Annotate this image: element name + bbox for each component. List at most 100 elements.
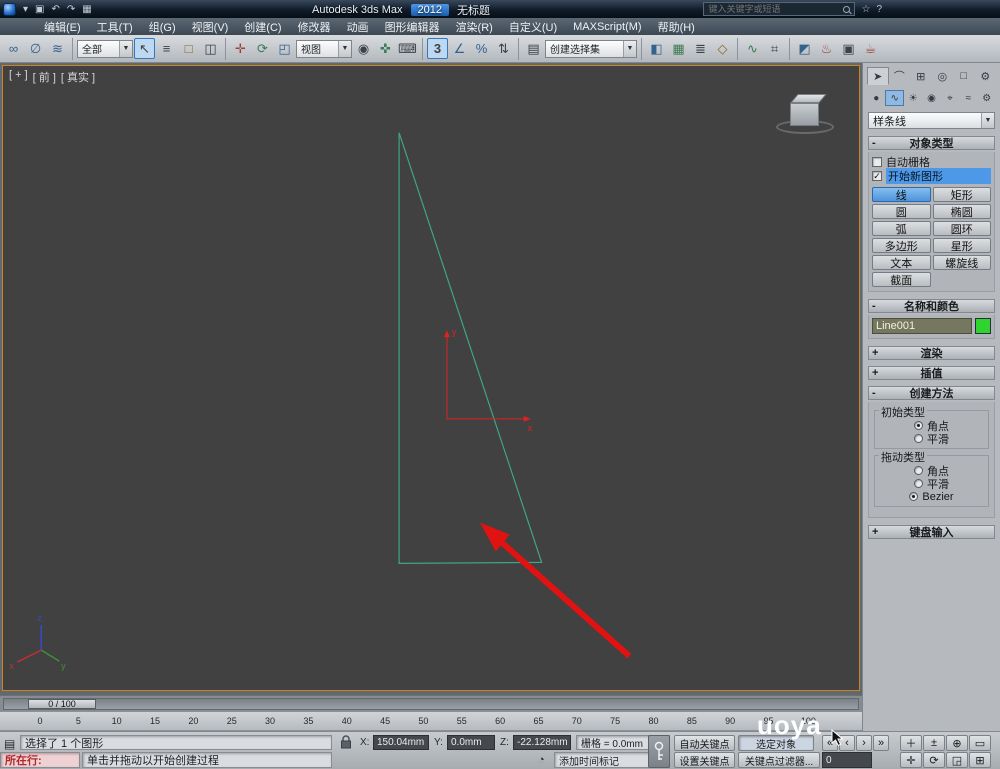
tab-display[interactable]: □ xyxy=(953,67,975,85)
bind-to-spacewarp-icon[interactable]: ≋ xyxy=(47,38,68,59)
current-frame-field[interactable]: 0 xyxy=(822,752,872,768)
keyboard-override-icon[interactable]: ⌨ xyxy=(397,38,418,59)
rollout-rendering[interactable]: + 渲染 xyxy=(868,346,995,360)
category-lights-icon[interactable]: ☀ xyxy=(904,90,922,106)
chevron-down-icon[interactable]: ▼ xyxy=(338,40,351,57)
chevron-down-icon[interactable]: ▼ xyxy=(623,40,636,57)
maxscript-listener-icon[interactable]: ▤ xyxy=(4,737,15,751)
category-shapes-icon[interactable]: ∿ xyxy=(885,90,904,106)
viewport-menu-view[interactable]: [ 前 ] xyxy=(33,69,56,85)
chevron-down-icon[interactable]: ▼ xyxy=(119,40,132,57)
redo-icon[interactable]: ↷ xyxy=(65,4,77,15)
tab-utilities[interactable]: ⚙ xyxy=(975,67,997,85)
shape-button-section[interactable]: 截面 xyxy=(872,272,931,287)
reference-coordinate-dropdown[interactable]: 视图 ▼ xyxy=(296,39,352,58)
search-input[interactable] xyxy=(708,4,840,14)
rectangular-selection-icon[interactable]: □ xyxy=(178,38,199,59)
quick-render-icon[interactable]: ☕ xyxy=(860,38,881,59)
selection-lock-icon[interactable] xyxy=(340,735,352,749)
key-filters-button[interactable]: 关键点过滤器... xyxy=(738,752,820,768)
selection-filter-dropdown[interactable]: 全部 ▼ xyxy=(77,39,133,58)
time-slider-track[interactable]: 0 / 100 xyxy=(3,697,859,710)
menu-item[interactable]: MAXScript(M) xyxy=(565,20,649,34)
next-frame-button[interactable]: › xyxy=(856,735,872,751)
radio-dot[interactable] xyxy=(909,492,919,501)
time-slider-handle[interactable]: 0 / 100 xyxy=(28,698,96,709)
menu-item[interactable]: 帮助(H) xyxy=(650,18,703,36)
x-coordinate-field[interactable]: 150.04mm xyxy=(373,735,429,750)
category-cameras-icon[interactable]: ◉ xyxy=(922,90,940,106)
save-icon[interactable]: ▣ xyxy=(33,4,46,15)
tab-hierarchy[interactable]: ⊞ xyxy=(910,67,932,85)
material-editor-icon[interactable]: ◩ xyxy=(794,38,815,59)
time-tag-icon[interactable]: ◔ xyxy=(538,754,545,766)
initial-smooth-radio[interactable]: 平滑 xyxy=(877,432,986,446)
auto-key-button[interactable]: 自动关键点 xyxy=(674,735,735,751)
rendered-frame-icon[interactable]: ▣ xyxy=(838,38,859,59)
rollout-name-color[interactable]: - 名称和颜色 xyxy=(868,299,995,313)
search-box[interactable] xyxy=(703,2,856,16)
help-icon[interactable]: ? xyxy=(876,4,882,15)
checkbox-box[interactable] xyxy=(872,157,882,167)
object-name-input[interactable]: Line001 xyxy=(872,318,972,334)
rollout-interpolation[interactable]: + 插值 xyxy=(868,366,995,380)
graphite-ribbon-icon[interactable]: ◇ xyxy=(712,38,733,59)
shape-button-circle[interactable]: 圆 xyxy=(872,204,931,219)
rollout-keyboard-entry[interactable]: + 键盘输入 xyxy=(868,525,995,539)
start-new-shape-checkbox[interactable]: ✓ 开始新图形 xyxy=(872,168,991,184)
curve-editor-icon[interactable]: ∿ xyxy=(742,38,763,59)
select-and-link-icon[interactable]: ∞ xyxy=(3,38,24,59)
mirror-icon[interactable]: ◧ xyxy=(646,38,667,59)
use-pivot-center-icon[interactable]: ◉ xyxy=(353,38,374,59)
shape-button-arc[interactable]: 弧 xyxy=(872,221,931,236)
menu-item[interactable]: 自定义(U) xyxy=(501,18,565,36)
select-scale-icon[interactable]: ◰ xyxy=(274,38,295,59)
shape-button-helix[interactable]: 螺旋线 xyxy=(932,255,991,270)
front-viewport[interactable]: [ + ] [ 前 ] [ 真实 ] y x x y z xyxy=(2,65,860,691)
orbit-icon[interactable]: ⟳ xyxy=(923,752,945,768)
zoom-all-icon[interactable]: ± xyxy=(923,735,945,751)
autogrid-checkbox[interactable]: 自动栅格 xyxy=(872,155,991,169)
snap-toggle-icon[interactable]: 3 xyxy=(427,38,448,59)
viewcube-front-face[interactable] xyxy=(790,103,819,126)
radio-dot[interactable] xyxy=(914,479,923,488)
drag-smooth-radio[interactable]: 平滑 xyxy=(877,477,986,491)
maximize-viewport-icon[interactable]: ⊞ xyxy=(969,752,991,768)
window-crossing-icon[interactable]: ◫ xyxy=(200,38,221,59)
angle-snap-icon[interactable]: ∠ xyxy=(449,38,470,59)
select-object-icon[interactable]: ↖ xyxy=(134,38,155,59)
chevron-down-icon[interactable]: ▼ xyxy=(981,113,994,128)
unlink-selection-icon[interactable]: ∅ xyxy=(25,38,46,59)
radio-dot[interactable] xyxy=(914,421,923,430)
set-keys-button[interactable] xyxy=(648,735,670,768)
shape-button-star[interactable]: 星形 xyxy=(932,238,991,253)
radio-dot[interactable] xyxy=(914,434,923,443)
named-selection-sets-icon[interactable]: ▤ xyxy=(523,38,544,59)
category-geometry-icon[interactable]: ● xyxy=(867,90,885,106)
align-icon[interactable]: ▦ xyxy=(668,38,689,59)
menu-item[interactable]: 图形编辑器 xyxy=(377,18,448,36)
render-setup-icon[interactable]: ♨ xyxy=(816,38,837,59)
tab-motion[interactable]: ◎ xyxy=(932,67,954,85)
menu-item[interactable]: 组(G) xyxy=(141,18,184,36)
maxscript-mini-listener[interactable]: 所在行: xyxy=(0,752,80,768)
field-of-view-icon[interactable]: ◲ xyxy=(946,752,968,768)
menu-item[interactable]: 编辑(E) xyxy=(36,18,89,36)
set-key-button[interactable]: 设置关键点 xyxy=(674,752,735,768)
shape-button-text[interactable]: 文本 xyxy=(872,255,931,270)
shape-button-ellipse[interactable]: 椭圆 xyxy=(932,204,991,219)
zoom-extents-icon[interactable]: ⊕ xyxy=(946,735,968,751)
viewcube-top-face[interactable] xyxy=(790,94,827,103)
search-icon[interactable] xyxy=(843,5,851,13)
workspace-icon[interactable]: ▦ xyxy=(80,4,93,15)
undo-icon[interactable]: ↶ xyxy=(49,4,61,15)
menu-item[interactable]: 视图(V) xyxy=(184,18,237,36)
viewport-menu-shading[interactable]: [ 真实 ] xyxy=(61,69,95,85)
shape-category-dropdown[interactable]: 样条线 ▼ xyxy=(868,112,995,129)
schematic-view-icon[interactable]: ⌗ xyxy=(764,38,785,59)
menu-item[interactable]: 动画 xyxy=(339,18,377,36)
shape-button-ngon[interactable]: 多边形 xyxy=(872,238,931,253)
select-manipulate-icon[interactable]: ✜ xyxy=(375,38,396,59)
object-color-swatch[interactable] xyxy=(975,318,991,334)
shape-button-donut[interactable]: 圆环 xyxy=(932,221,991,236)
